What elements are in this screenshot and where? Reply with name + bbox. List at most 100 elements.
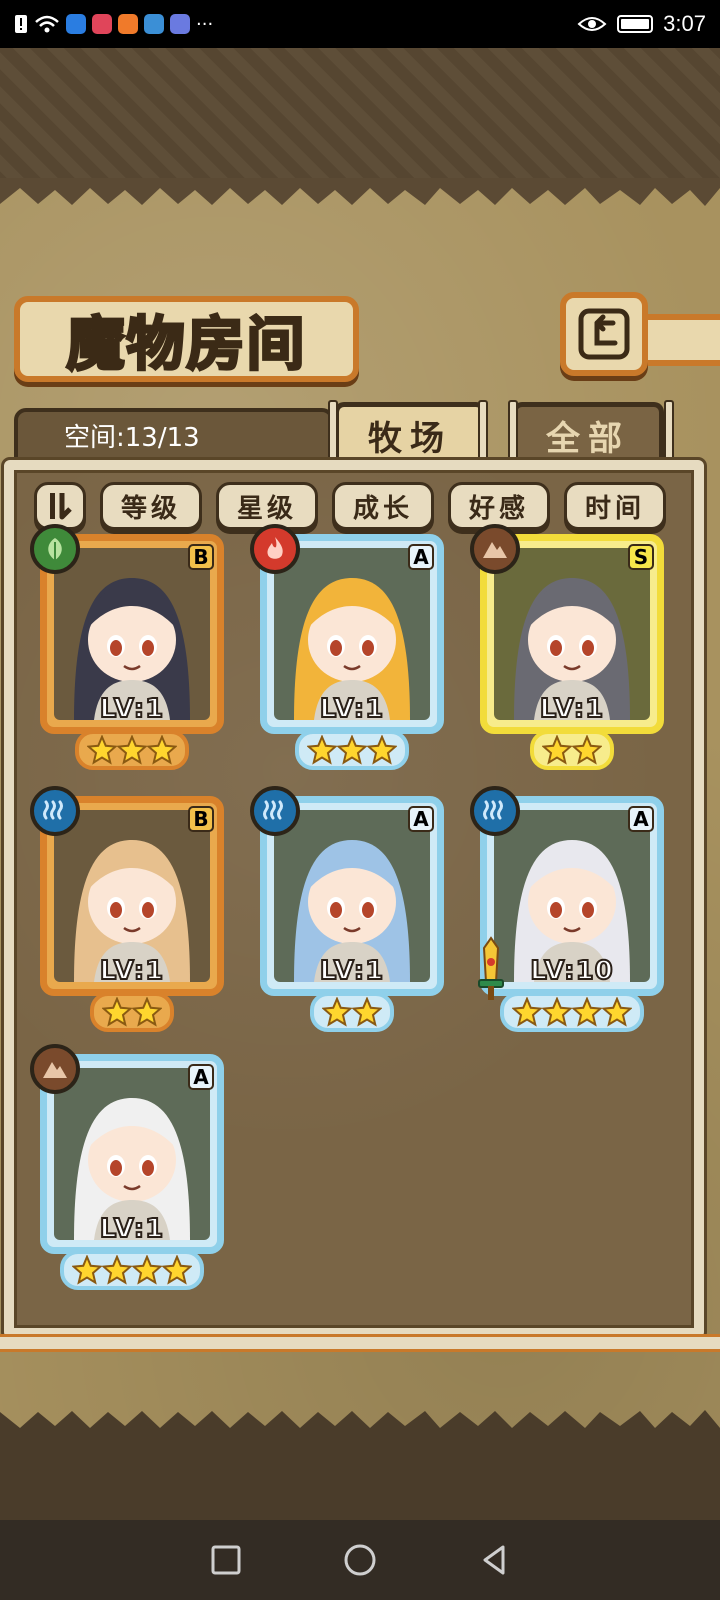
monster-level: LV:10 bbox=[529, 955, 614, 987]
sort-order-button[interactable] bbox=[34, 482, 86, 530]
monster-card[interactable]: B LV:1 bbox=[30, 524, 224, 770]
star-icon bbox=[117, 735, 147, 765]
monster-level: LV:1 bbox=[99, 693, 165, 725]
rank-badge: A bbox=[408, 544, 434, 570]
element-badge bbox=[250, 524, 300, 574]
rank-letter: S bbox=[633, 545, 649, 569]
filter-growth-button[interactable]: 成长 bbox=[332, 482, 434, 530]
filter-stars-button[interactable]: 星级 bbox=[216, 482, 318, 530]
app-icon-2 bbox=[92, 14, 112, 34]
rank-letter: B bbox=[193, 545, 209, 569]
element-badge bbox=[250, 786, 300, 836]
filter-growth-label: 成长 bbox=[352, 493, 413, 524]
rank-badge: A bbox=[408, 806, 434, 832]
monster-card[interactable]: A LV:10 bbox=[470, 786, 664, 1032]
rank-letter: A bbox=[413, 545, 429, 569]
monster-card[interactable]: A LV:1 bbox=[250, 524, 444, 770]
star-icon bbox=[102, 997, 132, 1027]
rank-letter: A bbox=[193, 1065, 209, 1089]
storage-capacity: 空间:13/13 bbox=[14, 408, 334, 462]
filter-affection-button[interactable]: 好感 bbox=[448, 482, 550, 530]
return-button[interactable] bbox=[560, 292, 648, 376]
tab-post bbox=[478, 400, 488, 462]
star-rating bbox=[90, 992, 174, 1032]
recent-apps-icon[interactable] bbox=[209, 1543, 243, 1577]
star-icon bbox=[87, 735, 117, 765]
star-icon bbox=[147, 735, 177, 765]
monster-card[interactable]: A LV:1 bbox=[30, 1044, 224, 1290]
app-icon-5 bbox=[170, 14, 190, 34]
star-rating bbox=[530, 730, 614, 770]
alert-icon bbox=[15, 15, 27, 33]
filter-stars-label: 星级 bbox=[236, 493, 297, 524]
home-icon[interactable] bbox=[342, 1542, 378, 1578]
star-icon bbox=[102, 1255, 132, 1285]
star-icon bbox=[602, 997, 632, 1027]
star-rating bbox=[75, 730, 189, 770]
star-icon bbox=[367, 735, 397, 765]
rank-badge: S bbox=[628, 544, 654, 570]
monster-card[interactable]: S LV:1 bbox=[470, 524, 664, 770]
sort-order-icon bbox=[50, 493, 72, 520]
star-icon bbox=[307, 735, 337, 765]
star-rating bbox=[310, 992, 394, 1032]
tab-post bbox=[664, 400, 674, 462]
star-icon bbox=[542, 997, 572, 1027]
more-icon: ··· bbox=[196, 13, 214, 35]
water-element-icon bbox=[40, 796, 70, 826]
tab-post bbox=[508, 400, 518, 462]
water-element-icon bbox=[480, 796, 510, 826]
rank-letter: B bbox=[193, 807, 209, 831]
page-title: 魔物房间 bbox=[65, 309, 307, 380]
status-bar: ··· 3:07 bbox=[0, 0, 720, 48]
star-icon bbox=[572, 997, 602, 1027]
tab-ranch-label: 牧场 bbox=[368, 419, 452, 459]
wifi-icon bbox=[35, 15, 59, 33]
back-button-rail bbox=[640, 314, 720, 366]
filter-time-button[interactable]: 时间 bbox=[564, 482, 666, 530]
torn-edge-top bbox=[0, 178, 720, 206]
star-icon bbox=[337, 735, 367, 765]
app-icon-4 bbox=[144, 14, 164, 34]
star-icon bbox=[322, 997, 352, 1027]
fire-element-icon bbox=[260, 534, 290, 564]
battery-icon bbox=[617, 15, 654, 33]
tab-all[interactable]: 全部 bbox=[512, 402, 664, 464]
star-rating bbox=[295, 730, 409, 770]
monster-level: LV:1 bbox=[319, 693, 385, 725]
monster-level: LV:1 bbox=[99, 1213, 165, 1245]
star-icon bbox=[572, 735, 602, 765]
star-icon bbox=[162, 1255, 192, 1285]
monster-level: LV:1 bbox=[319, 955, 385, 987]
rank-letter: A bbox=[413, 807, 429, 831]
star-icon bbox=[72, 1255, 102, 1285]
earth-element-icon bbox=[480, 534, 510, 564]
element-badge bbox=[470, 524, 520, 574]
filter-level-label: 等级 bbox=[120, 493, 181, 524]
monster-card[interactable]: B LV:1 bbox=[30, 786, 224, 1032]
back-icon[interactable] bbox=[477, 1543, 511, 1577]
storage-capacity-label: 空间:13/13 bbox=[64, 422, 200, 453]
nature-element-icon bbox=[40, 534, 70, 564]
filter-time-label: 时间 bbox=[584, 493, 645, 524]
monster-level: LV:1 bbox=[539, 693, 605, 725]
water-element-icon bbox=[260, 796, 290, 826]
filter-affection-label: 好感 bbox=[468, 493, 529, 524]
star-icon bbox=[132, 997, 162, 1027]
monster-level: LV:1 bbox=[99, 955, 165, 987]
system-nav-bar bbox=[0, 1520, 720, 1600]
element-badge bbox=[30, 524, 80, 574]
monster-card[interactable]: A LV:1 bbox=[250, 786, 444, 1032]
title-plate: 魔物房间 bbox=[14, 296, 359, 382]
filter-level-button[interactable]: 等级 bbox=[100, 482, 202, 530]
clock: 3:07 bbox=[663, 11, 706, 36]
tab-post bbox=[328, 400, 338, 462]
star-icon bbox=[352, 997, 382, 1027]
tab-ranch[interactable]: 牧场 bbox=[334, 402, 486, 464]
star-icon bbox=[512, 997, 542, 1027]
star-icon bbox=[542, 735, 572, 765]
eye-icon bbox=[577, 17, 607, 31]
rank-badge: A bbox=[628, 806, 654, 832]
rank-letter: A bbox=[633, 807, 649, 831]
tab-all-label: 全部 bbox=[546, 419, 630, 459]
